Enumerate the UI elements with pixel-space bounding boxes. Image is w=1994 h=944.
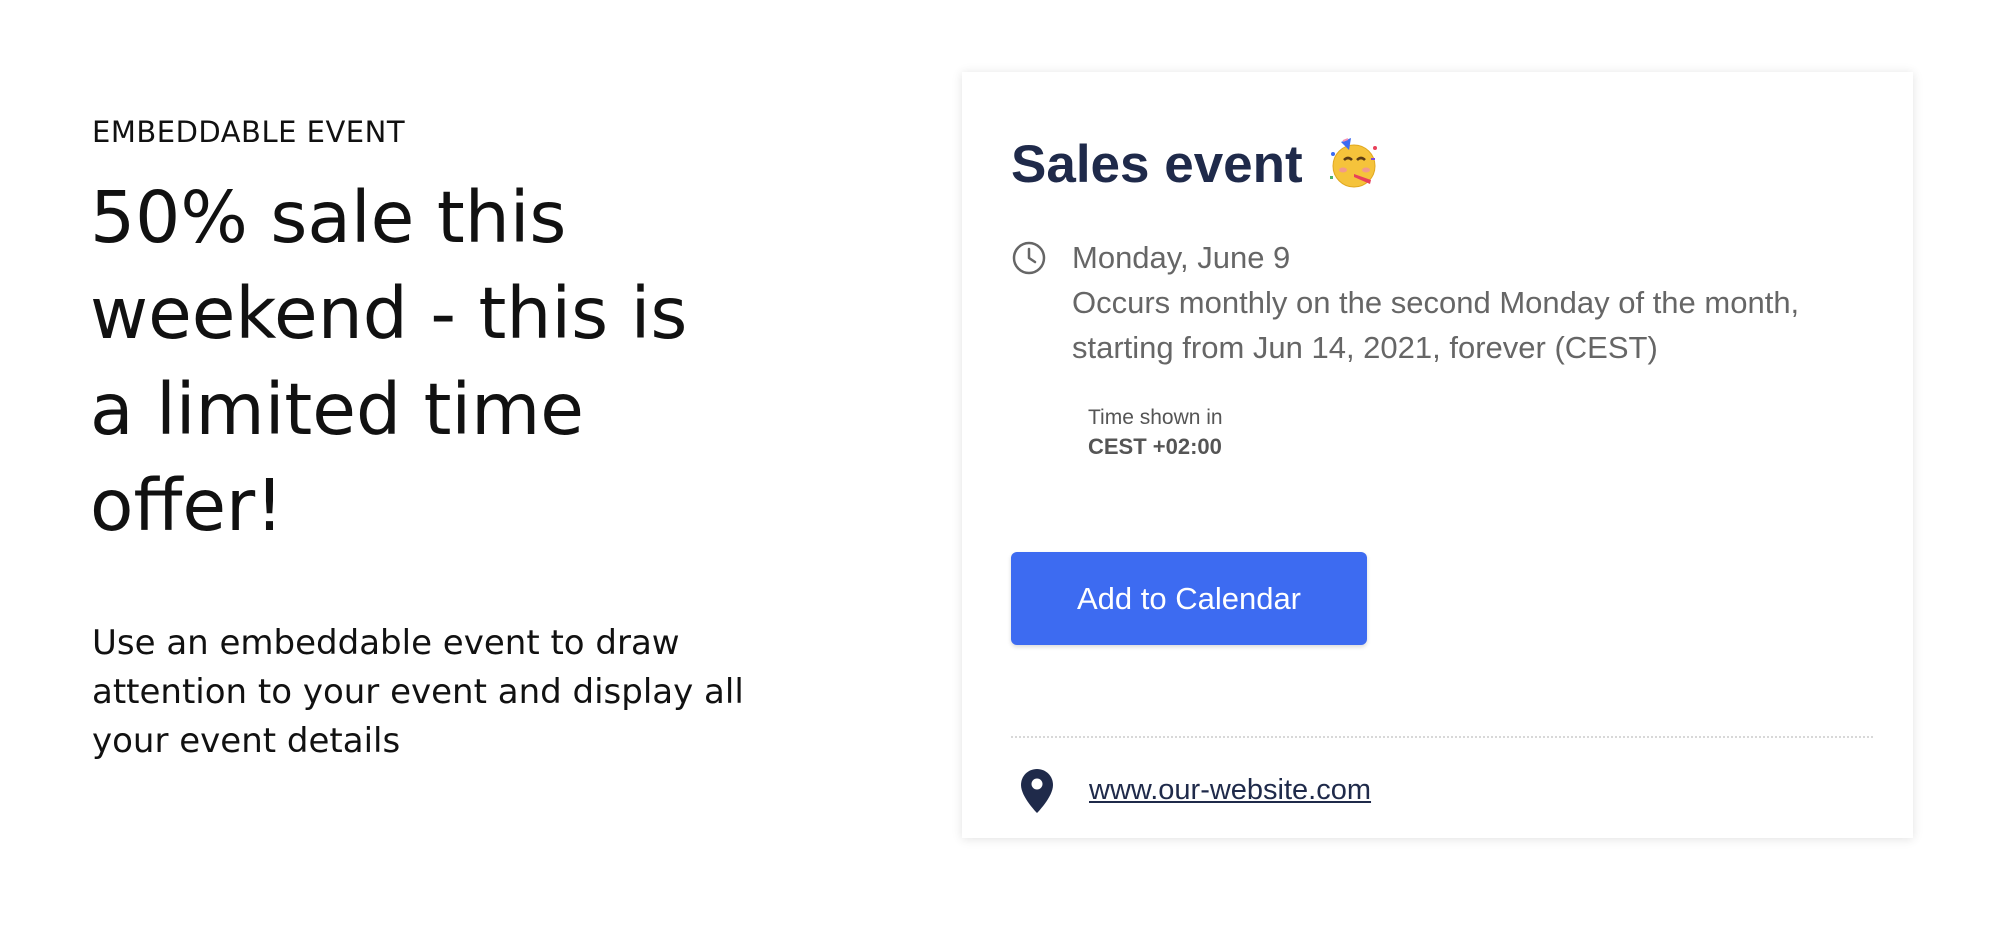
location-pin-icon (1021, 769, 1053, 813)
timezone-info: Time shown in CEST +02:00 (1088, 404, 1223, 462)
party-face-icon (1330, 138, 1378, 188)
headline: 50% sale this weekend - this is a limite… (90, 176, 688, 547)
location-link[interactable]: www.our-website.com (1089, 770, 1371, 810)
section-eyebrow: EMBEDDABLE EVENT (92, 115, 406, 149)
description: Use an embeddable event to draw attentio… (92, 623, 744, 761)
timezone-label: Time shown in (1088, 406, 1223, 429)
event-title: Sales event (1011, 135, 1303, 194)
event-schedule: Monday, June 9 Occurs monthly on the sec… (1072, 236, 1892, 370)
event-date: Monday, June 9 (1072, 240, 1291, 275)
event-recurrence: Occurs monthly on the second Monday of t… (1072, 285, 1800, 365)
timezone-value: CEST +02:00 (1088, 434, 1222, 459)
divider (1011, 736, 1873, 738)
event-title-row: Sales event (1011, 134, 1381, 196)
clock-icon (1012, 241, 1046, 275)
intro-section: EMBEDDABLE EVENT 50% sale this weekend -… (90, 112, 792, 766)
add-to-calendar-button[interactable]: Add to Calendar (1011, 552, 1367, 645)
event-card: Sales event Monday, June 9 Occurs monthl… (962, 72, 1913, 838)
